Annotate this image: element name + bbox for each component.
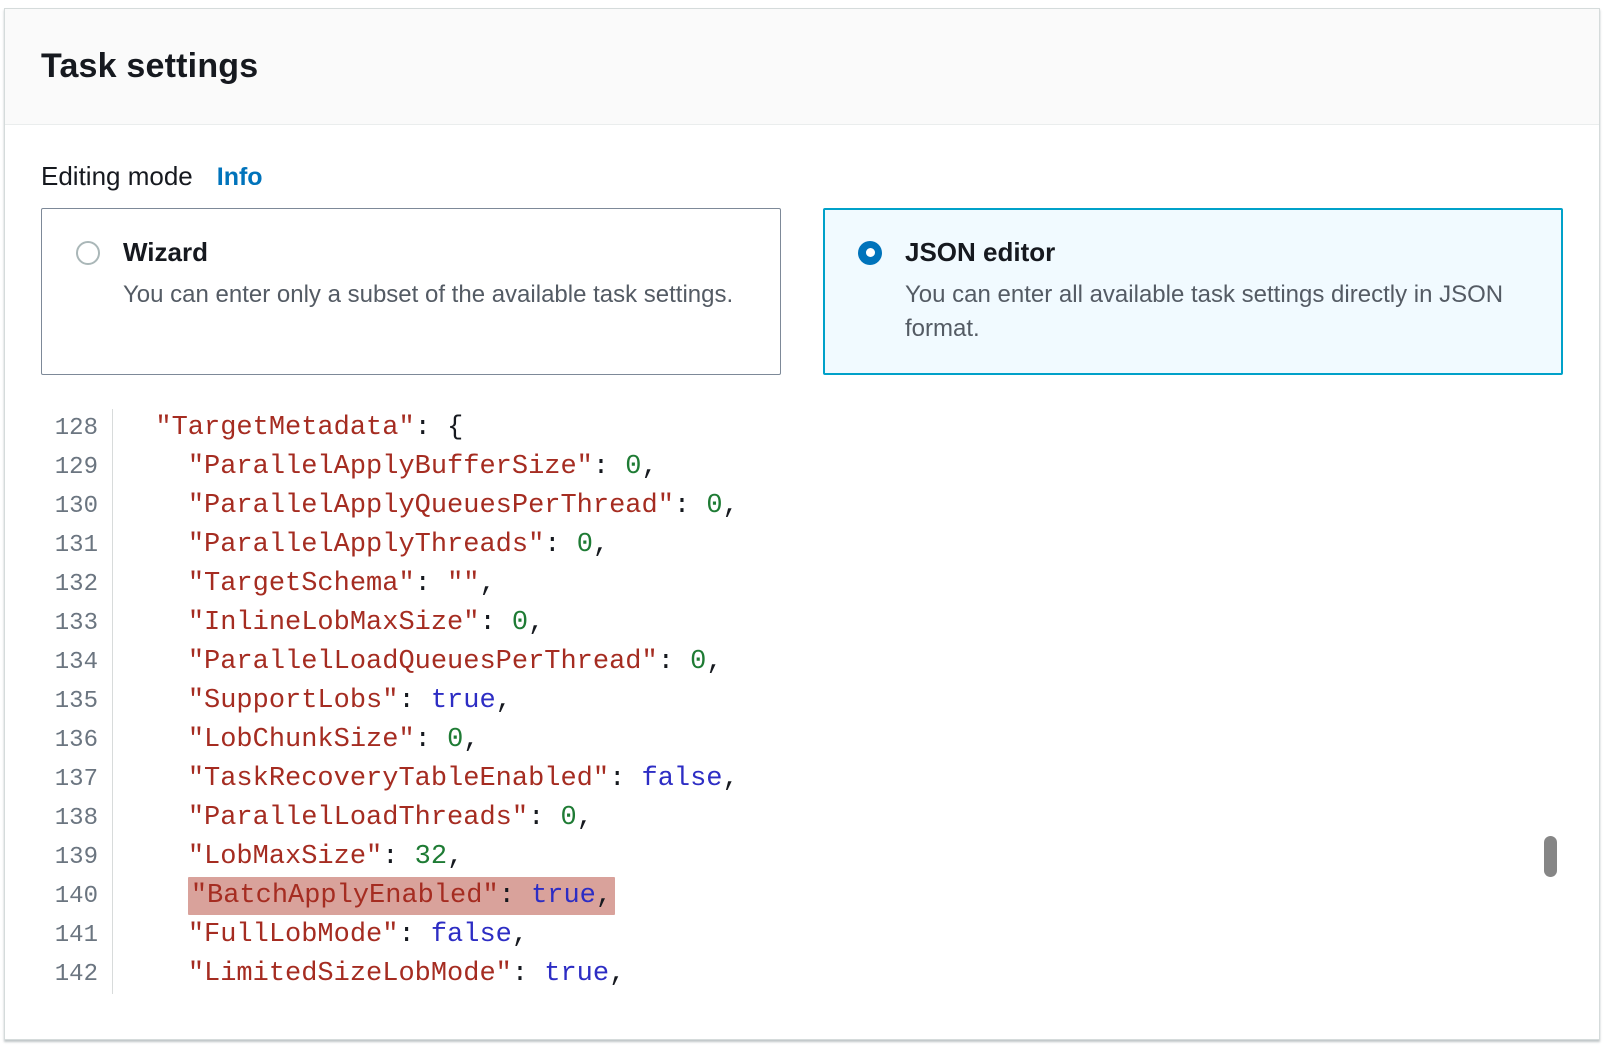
task-settings-page: Task settings Editing mode Info Wizard Y… (0, 0, 1604, 1046)
line-number: 133 (41, 604, 113, 643)
code-line[interactable]: 135 "SupportLobs": true, (41, 682, 1563, 721)
code-line[interactable]: 142 "LimitedSizeLobMode": true, (41, 955, 1563, 994)
line-number: 142 (41, 955, 113, 994)
highlighted-code: "BatchApplyEnabled": true, (188, 877, 615, 915)
editing-mode-label: Editing mode (41, 161, 193, 192)
wizard-option-description: You can enter only a subset of the avail… (123, 278, 750, 312)
line-number: 138 (41, 799, 113, 838)
task-settings-card: Task settings Editing mode Info Wizard Y… (4, 8, 1600, 1040)
line-number: 139 (41, 838, 113, 877)
line-number: 132 (41, 565, 113, 604)
line-number: 131 (41, 526, 113, 565)
line-number: 137 (41, 760, 113, 799)
code-line[interactable]: 132 "TargetSchema": "", (41, 565, 1563, 604)
code-editor[interactable]: 128 "TargetMetadata": {129 "ParallelAppl… (41, 409, 1563, 994)
line-number: 130 (41, 487, 113, 526)
code-line[interactable]: 141 "FullLobMode": false, (41, 916, 1563, 955)
line-number: 134 (41, 643, 113, 682)
editing-mode-row: Editing mode Info (41, 161, 1563, 192)
card-body: Editing mode Info Wizard You can enter o… (5, 161, 1599, 994)
code-line[interactable]: 128 "TargetMetadata": { (41, 409, 1563, 448)
line-number: 141 (41, 916, 113, 955)
wizard-option-tile[interactable]: Wizard You can enter only a subset of th… (41, 208, 781, 375)
line-number: 129 (41, 448, 113, 487)
info-link[interactable]: Info (217, 163, 263, 192)
code-line[interactable]: 137 "TaskRecoveryTableEnabled": false, (41, 760, 1563, 799)
code-line[interactable]: 129 "ParallelApplyBufferSize": 0, (41, 448, 1563, 487)
json-editor-option-tile[interactable]: JSON editor You can enter all available … (823, 208, 1563, 375)
code-line[interactable]: 136 "LobChunkSize": 0, (41, 721, 1563, 760)
code-line[interactable]: 134 "ParallelLoadQueuesPerThread": 0, (41, 643, 1563, 682)
json-editor-option-description: You can enter all available task setting… (905, 278, 1532, 346)
code-line[interactable]: 140 "BatchApplyEnabled": true, (41, 877, 1563, 916)
code-line[interactable]: 138 "ParallelLoadThreads": 0, (41, 799, 1563, 838)
editing-mode-tiles: Wizard You can enter only a subset of th… (41, 208, 1563, 375)
line-number: 136 (41, 721, 113, 760)
code-line[interactable]: 133 "InlineLobMaxSize": 0, (41, 604, 1563, 643)
page-title: Task settings (41, 47, 258, 86)
line-number: 128 (41, 409, 113, 448)
code-line[interactable]: 130 "ParallelApplyQueuesPerThread": 0, (41, 487, 1563, 526)
card-header: Task settings (5, 9, 1599, 125)
line-number: 140 (41, 877, 113, 916)
code-line[interactable]: 131 "ParallelApplyThreads": 0, (41, 526, 1563, 565)
scrollbar-thumb[interactable] (1544, 836, 1557, 877)
radio-selected-icon[interactable] (858, 241, 882, 265)
radio-unselected-icon[interactable] (76, 241, 100, 265)
json-editor-option-label: JSON editor (905, 237, 1055, 268)
code-line[interactable]: 139 "LobMaxSize": 32, (41, 838, 1563, 877)
wizard-option-label: Wizard (123, 237, 208, 268)
line-number: 135 (41, 682, 113, 721)
